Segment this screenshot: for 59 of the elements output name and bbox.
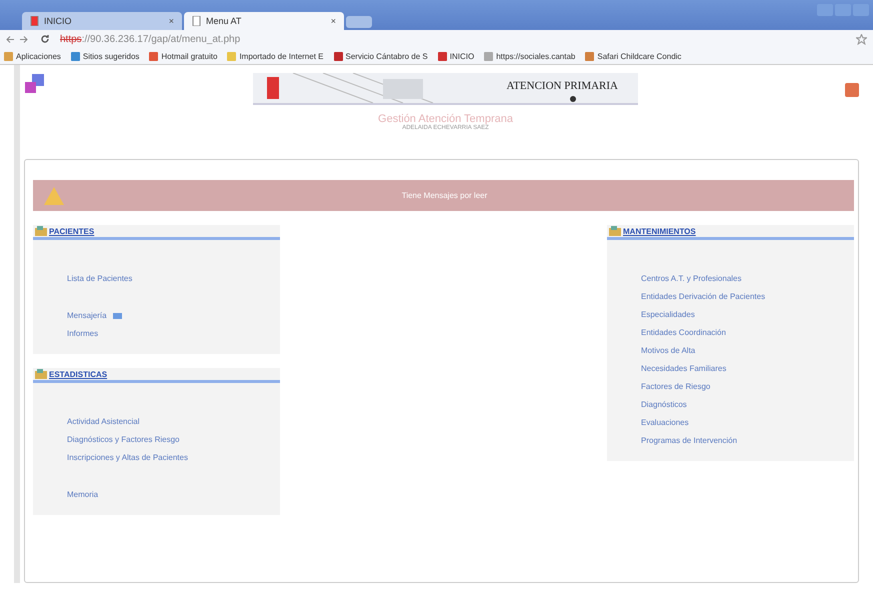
menu-link[interactable]: Motivos de Alta xyxy=(641,346,854,355)
menu-link[interactable]: Centros A.T. y Profesionales xyxy=(641,274,854,283)
menu-link[interactable]: Evaluaciones xyxy=(641,418,854,427)
exit-button[interactable] xyxy=(845,83,859,97)
app-title: Gestión Atención Temprana xyxy=(378,113,513,125)
bookmark[interactable]: Servicio Cántabro de S xyxy=(334,52,428,60)
bookmark-icon xyxy=(484,52,494,60)
cubes-icon xyxy=(24,73,46,95)
bookmark-icon xyxy=(227,52,236,60)
banner-text: ATENCION PRIMARIA xyxy=(506,80,618,92)
bookmark-icon xyxy=(334,52,342,60)
close-icon[interactable]: × xyxy=(330,16,336,26)
warning-icon xyxy=(43,186,65,206)
bookmark-icon xyxy=(70,52,80,60)
menu-link[interactable]: Diagnósticos xyxy=(641,400,854,409)
address-bar[interactable]: https://90.36.236.17/gap/at/menu_at.php xyxy=(60,34,240,44)
page-icon xyxy=(30,16,39,26)
menu-link[interactable]: Inscripciones y Altas de Pacientes xyxy=(67,453,280,462)
menu-link[interactable]: Entidades Coordinación xyxy=(641,328,854,337)
star-icon[interactable] xyxy=(856,34,867,44)
panel-title[interactable]: PACIENTES xyxy=(49,226,94,236)
bookmark[interactable]: Hotmail gratuito xyxy=(149,52,218,60)
browser-tab[interactable]: Menu AT × xyxy=(184,12,344,30)
minimize-button[interactable] xyxy=(817,4,833,16)
close-button[interactable] xyxy=(853,4,869,16)
menu-link[interactable]: Lista de Pacientes xyxy=(67,274,280,283)
bookmark-icon xyxy=(585,52,594,60)
reload-icon[interactable] xyxy=(40,34,50,44)
menu-link[interactable]: Diagnósticos y Factores Riesgo xyxy=(67,435,280,444)
menu-link[interactable]: Actividad Asistencial xyxy=(67,417,280,426)
menu-link[interactable]: Entidades Derivación de Pacientes xyxy=(641,292,854,301)
alert-text[interactable]: Tiene Mensajes por leer xyxy=(65,191,824,200)
bookmark[interactable]: Importado de Internet E xyxy=(227,52,324,60)
bookmark[interactable]: Sitios sugeridos xyxy=(70,52,140,60)
bookmark[interactable]: INICIO xyxy=(438,52,474,60)
maximize-button[interactable] xyxy=(835,4,851,16)
close-icon[interactable]: × xyxy=(168,16,174,26)
menu-link[interactable]: Especialidades xyxy=(641,310,854,319)
folder-icon xyxy=(35,226,47,236)
menu-link[interactable]: Necesidades Familiares xyxy=(641,364,854,373)
bookmark[interactable]: https://sociales.cantab xyxy=(484,52,576,60)
page-icon xyxy=(192,16,201,26)
bookmark-icon xyxy=(438,52,447,60)
panel-title[interactable]: MANTENIMIENTOS xyxy=(623,226,696,236)
folder-icon xyxy=(35,369,47,379)
bookmark[interactable]: Safari Childcare Condic xyxy=(585,52,682,60)
menu-link[interactable]: Mensajería xyxy=(67,311,107,320)
menu-link[interactable]: Factores de Riesgo xyxy=(641,382,854,391)
menu-link[interactable]: Programas de Intervención xyxy=(641,436,854,445)
bookmark-icon xyxy=(4,52,13,60)
folder-icon xyxy=(609,226,621,236)
new-tab-button[interactable] xyxy=(346,16,372,28)
browser-tab[interactable]: INICIO × xyxy=(22,12,182,30)
menu-link[interactable]: Informes xyxy=(67,329,280,338)
navigation-icon[interactable] xyxy=(6,34,30,44)
bookmark-icon xyxy=(149,52,158,60)
bookmark[interactable]: Aplicaciones xyxy=(4,52,61,60)
menu-link[interactable]: Memoria xyxy=(67,490,280,499)
panel-title[interactable]: ESTADISTICAS xyxy=(49,370,108,378)
